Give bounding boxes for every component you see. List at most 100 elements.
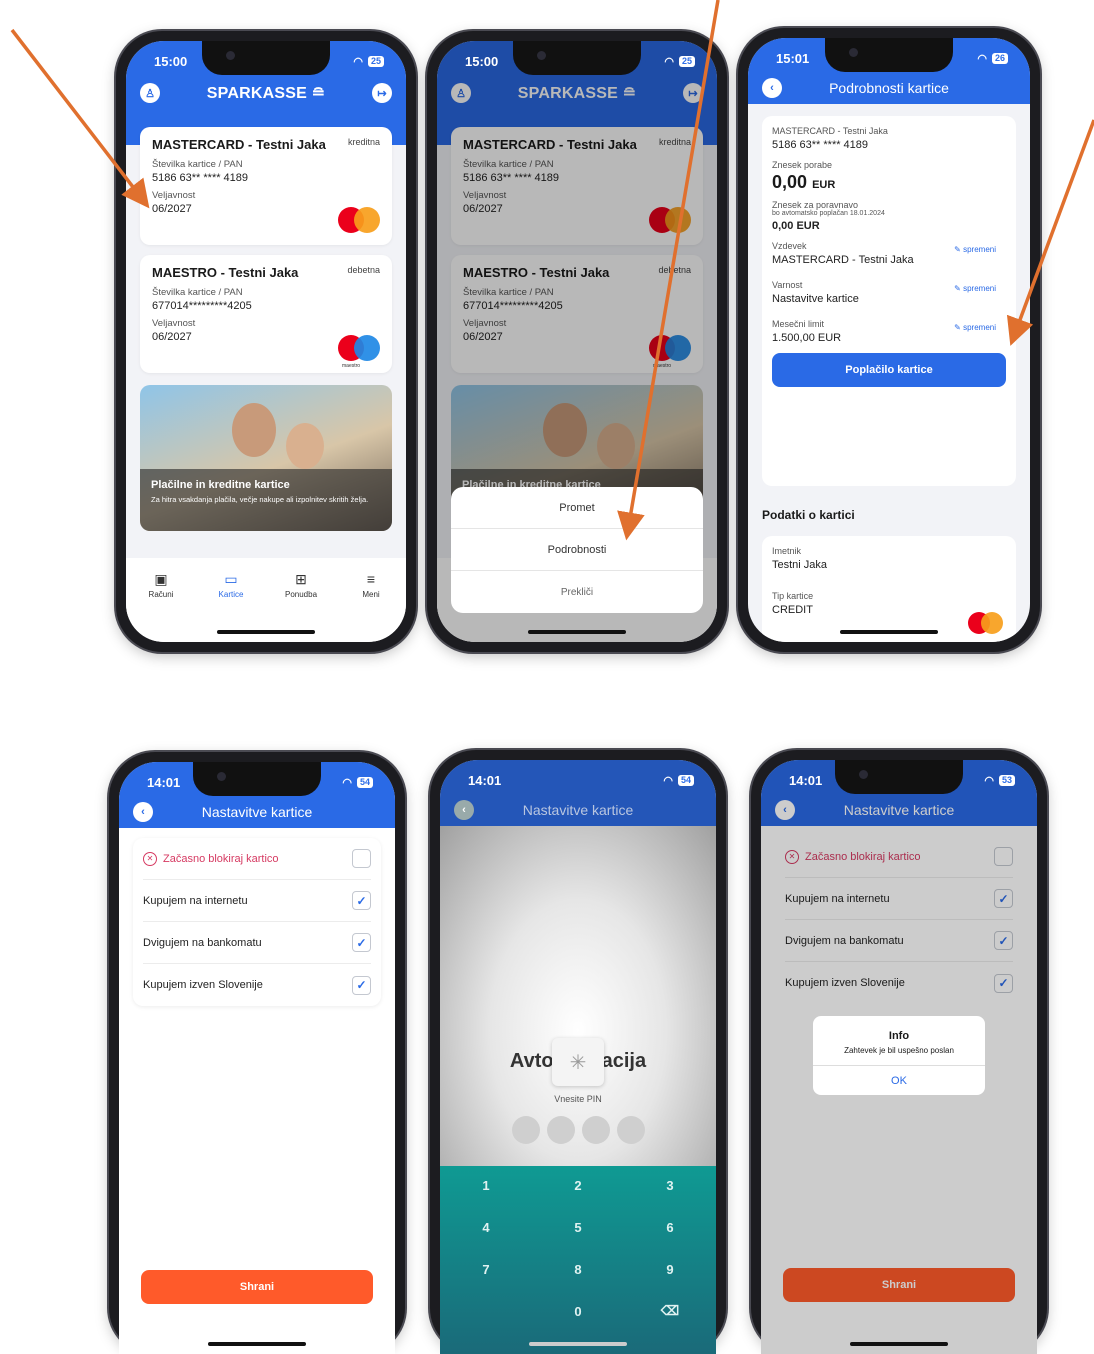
wifi-icon: ◠ bbox=[353, 55, 363, 68]
key-9[interactable]: 9 bbox=[624, 1248, 716, 1290]
backspace-icon[interactable]: ⌫ bbox=[624, 1290, 716, 1332]
phone-action-sheet: 15:00 ◠ 25 ♙ SPARKASSE ≘ ↦ MASTERCARD - T… bbox=[427, 31, 727, 652]
home-indicator bbox=[850, 1342, 948, 1346]
checkbox-internet-check-icon[interactable]: ✓ bbox=[352, 891, 371, 910]
wifi-icon: ◠ bbox=[664, 55, 674, 68]
screen: 15:01 ◠ 26 ‹ Podrobnosti kartice MASTERCA… bbox=[748, 38, 1030, 642]
wifi-icon: ◠ bbox=[663, 774, 673, 787]
wifi-icon: ◠ bbox=[984, 774, 994, 787]
promo-overlay: Plačilne in kreditne kartice Za hitra vs… bbox=[140, 469, 392, 531]
alert-title: Info bbox=[888, 1030, 910, 1042]
promo-banner[interactable]: Plačilne in kreditne kartice Za hitra vs… bbox=[140, 385, 392, 531]
screen: 14:01 ◠ 54 ‹ Nastavitve kartice Avto acija… bbox=[440, 760, 716, 1354]
key-4[interactable]: 4 bbox=[440, 1206, 532, 1248]
tab-racuni[interactable]: ▣ Računi bbox=[131, 572, 191, 642]
auth-title-right: acija bbox=[601, 1050, 647, 1072]
edit-label: spremeni bbox=[963, 284, 996, 293]
home-indicator bbox=[529, 1342, 627, 1346]
screen: 15:00 ◠ 25 ♙ SPARKASSE ≘ ↦ MASTERCARD - T… bbox=[437, 41, 717, 642]
security-value: Nastavitve kartice bbox=[772, 293, 859, 305]
key-3[interactable]: 3 bbox=[624, 1164, 716, 1206]
logout-icon[interactable]: ↦ bbox=[372, 83, 392, 103]
brand-logo: SPARKASSE ≘ bbox=[206, 85, 326, 102]
key-5[interactable]: 5 bbox=[532, 1206, 624, 1248]
key-1[interactable]: 1 bbox=[440, 1164, 532, 1206]
card-mastercard[interactable]: MASTERCARD - Testni Jaka kreditna Števil… bbox=[140, 127, 392, 245]
sheet-cancel-button[interactable]: Prekliči bbox=[451, 571, 703, 613]
home-indicator bbox=[840, 630, 938, 634]
setting-internet[interactable]: Kupujem na internetu ✓ bbox=[143, 880, 371, 922]
tab-meni[interactable]: ≡ Meni bbox=[341, 572, 401, 642]
back-icon[interactable]: ‹ bbox=[454, 800, 474, 820]
back-icon[interactable]: ‹ bbox=[762, 78, 782, 98]
card-maestro[interactable]: MAESTRO - Testni Jaka debetna Številka k… bbox=[140, 255, 392, 373]
checkbox-block[interactable] bbox=[352, 849, 371, 868]
checkbox-abroad-check-icon[interactable]: ✓ bbox=[352, 975, 371, 995]
card-type: debetna bbox=[347, 265, 380, 275]
pencil-icon: ✎ bbox=[954, 284, 964, 293]
grid-icon: ⊞ bbox=[295, 571, 307, 587]
edit-label: spremeni bbox=[963, 323, 996, 332]
status-icons: ◠ 54 bbox=[663, 774, 694, 787]
pin-dot bbox=[581, 1116, 610, 1144]
phone-cards: 15:00 ◠ 25 ♙ SPARKASSE ≘ ↦ MASTERCARD - T… bbox=[116, 31, 416, 652]
menu-icon: ≡ bbox=[366, 571, 376, 587]
setting-label: Kupujem izven Slovenije bbox=[143, 979, 263, 991]
app-header: ‹ Nastavitve kartice bbox=[440, 796, 716, 824]
battery-icon: 54 bbox=[677, 774, 694, 786]
key-7[interactable]: 7 bbox=[440, 1248, 532, 1290]
edit-limit-button[interactable]: ✎ spremeni bbox=[954, 323, 996, 332]
page-title: Nastavitve kartice bbox=[522, 802, 634, 818]
settle-note: bo avtomatsko poplačan 18.01.2024 bbox=[772, 210, 885, 217]
card-type-label: Tip kartice bbox=[772, 591, 814, 601]
wifi-icon: ◠ bbox=[342, 776, 352, 789]
maestro-logo-icon: maestro bbox=[338, 335, 380, 369]
battery-icon: 53 bbox=[998, 774, 1015, 786]
save-button[interactable]: Shrani bbox=[141, 1270, 373, 1304]
battery-icon: 26 bbox=[991, 52, 1008, 64]
status-time: 14:01 bbox=[789, 772, 823, 788]
auth-title-left: Avto bbox=[509, 1050, 554, 1072]
setting-block-card[interactable]: ✕ Začasno blokiraj kartico bbox=[143, 838, 371, 880]
card-info-panel: Imetnik Testni Jaka Tip kartice CREDIT bbox=[762, 536, 1016, 642]
stage: 15:00 ◠ 25 ♙ SPARKASSE ≘ ↦ MASTERCARD - T… bbox=[0, 0, 1094, 1354]
pin-dots bbox=[440, 1116, 716, 1144]
card-pan: 5186 63** **** 4189 bbox=[772, 139, 869, 151]
card-detail-panel: MASTERCARD - Testni Jaka 5186 63** **** … bbox=[762, 116, 1016, 486]
sheet-option-promet[interactable]: Promet bbox=[451, 487, 703, 529]
limit-row: Mesečni limit 1.500,00 EUR ✎ spremeni bbox=[772, 319, 1006, 344]
user-icon[interactable]: ♙ bbox=[140, 83, 160, 103]
pay-card-button[interactable]: Poplačilo kartice bbox=[772, 353, 1006, 387]
edit-nickname-button[interactable]: ✎ spremeni bbox=[954, 245, 996, 254]
auth-background bbox=[440, 826, 716, 1166]
checkbox-atm-check-icon[interactable]: ✓ bbox=[352, 933, 371, 952]
settle-label: Znesek za poravnavo bbox=[772, 200, 859, 210]
back-icon[interactable]: ‹ bbox=[133, 802, 153, 822]
setting-label: Začasno blokiraj kartico bbox=[163, 852, 279, 865]
tab-label: Kartice bbox=[218, 590, 244, 599]
status-time: 14:01 bbox=[147, 774, 181, 790]
setting-atm[interactable]: Dvigujem na bankomatu ✓ bbox=[143, 922, 371, 964]
spend-amount: 0,00 bbox=[772, 172, 808, 192]
alert-ok-button[interactable]: OK bbox=[813, 1065, 985, 1095]
key-2[interactable]: 2 bbox=[532, 1164, 624, 1206]
key-8[interactable]: 8 bbox=[532, 1248, 624, 1290]
phone-card-details: 15:01 ◠ 26 ‹ Podrobnosti kartice MASTERCA… bbox=[738, 28, 1040, 652]
spinner-icon: ✳ bbox=[552, 1038, 604, 1086]
pan-label: Številka kartice / PAN bbox=[152, 159, 243, 170]
tab-label: Ponudba bbox=[284, 590, 318, 599]
setting-label: Kupujem na internetu bbox=[143, 894, 248, 907]
keypad: 1 2 3 4 5 6 7 8 9 0 ⌫ bbox=[440, 1164, 716, 1332]
edit-security-button[interactable]: ✎ spremeni bbox=[954, 284, 996, 293]
tab-label: Računi bbox=[148, 590, 174, 599]
promo-person-icon bbox=[232, 403, 276, 457]
battery-icon: 54 bbox=[356, 776, 373, 788]
key-0[interactable]: 0 bbox=[532, 1290, 624, 1332]
pan-value: 677014*********4205 bbox=[152, 300, 252, 312]
section-title: Podatki o kartici bbox=[762, 508, 855, 522]
pin-dot bbox=[546, 1116, 575, 1144]
key-6[interactable]: 6 bbox=[624, 1206, 716, 1248]
setting-abroad[interactable]: Kupujem izven Slovenije ✓ bbox=[143, 964, 371, 1006]
battery-icon: 25 bbox=[678, 55, 695, 67]
sheet-option-podrobnosti[interactable]: Podrobnosti bbox=[451, 529, 703, 571]
